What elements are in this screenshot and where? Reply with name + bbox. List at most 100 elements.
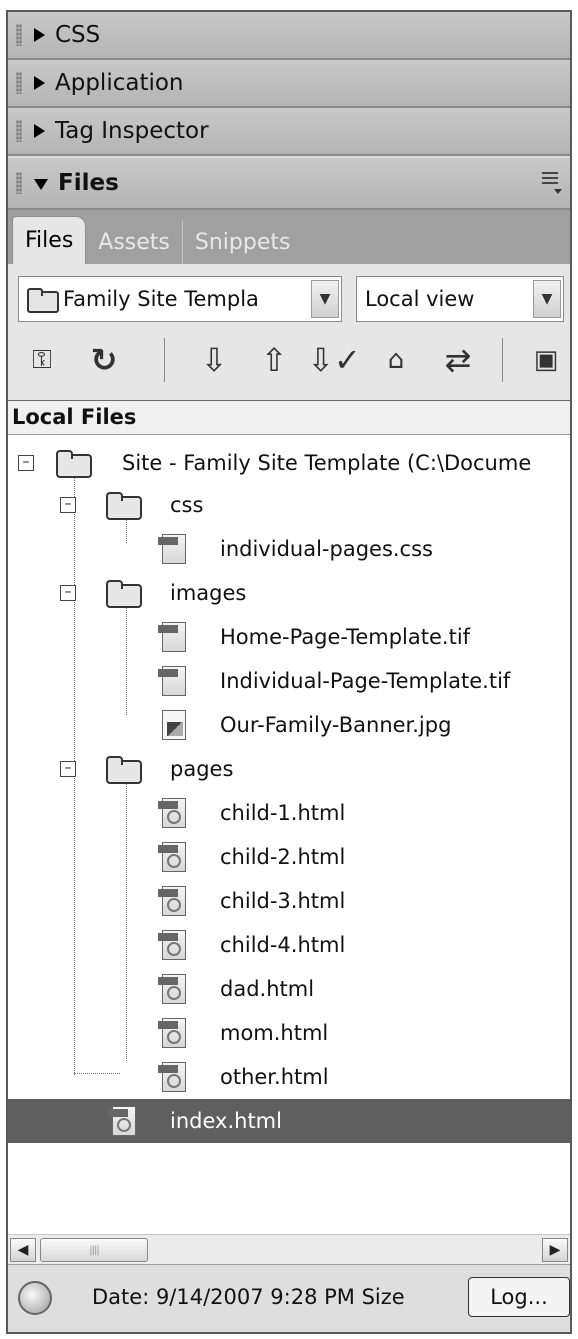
- log-button[interactable]: Log...: [468, 1277, 570, 1317]
- folder-label: css: [170, 493, 204, 517]
- expand-arrow-icon: [34, 124, 45, 138]
- site-select-value: Family Site Templa: [63, 287, 259, 311]
- tree-file[interactable]: child-4.html: [8, 923, 570, 967]
- synchronize-icon[interactable]: ⇄: [438, 338, 478, 382]
- file-label: Home-Page-Template.tif: [220, 625, 471, 649]
- html-file-icon: [158, 1016, 188, 1050]
- expand-arrow-icon: [34, 28, 45, 42]
- chevron-down-icon[interactable]: ▼: [311, 280, 339, 318]
- view-select-value: Local view: [365, 287, 475, 311]
- horizontal-scrollbar[interactable]: ◀ |||| ▶: [8, 1234, 570, 1264]
- tif-file-icon: [158, 620, 188, 654]
- panel-group-label: CSS: [55, 22, 101, 48]
- status-bar: Date: 9/14/2007 9:28 PM Size Log...: [8, 1264, 570, 1332]
- folder-icon: [27, 288, 59, 313]
- grip-icon[interactable]: [16, 120, 22, 142]
- tree-file-selected[interactable]: index.html: [8, 1099, 570, 1143]
- css-file-icon: [158, 532, 188, 566]
- html-file-icon: [158, 884, 188, 918]
- file-label: child-1.html: [220, 801, 346, 825]
- collapse-toggle-icon[interactable]: –: [18, 455, 34, 471]
- collapse-toggle-icon[interactable]: –: [60, 761, 76, 777]
- tree-file[interactable]: other.html: [8, 1055, 570, 1099]
- files-toolbar: Family Site Templa ▼ Local view ▼ ⚿ ↻ ⇩ …: [8, 264, 570, 400]
- tree-file[interactable]: child-1.html: [8, 791, 570, 835]
- globe-icon: [18, 1281, 52, 1315]
- check-out-icon[interactable]: ⇩✓: [307, 338, 361, 382]
- tab-assets[interactable]: Assets: [86, 220, 182, 264]
- get-files-icon[interactable]: ⇩: [194, 338, 234, 382]
- local-files-header: Local Files: [8, 401, 570, 435]
- tree-file[interactable]: Our-Family-Banner.jpg: [8, 703, 570, 747]
- panel-group-application[interactable]: Application: [8, 60, 570, 108]
- html-file-icon: [108, 1104, 138, 1138]
- html-file-icon: [158, 928, 188, 962]
- grip-icon[interactable]: [16, 24, 22, 46]
- folder-label: pages: [170, 757, 234, 781]
- grip-icon[interactable]: [16, 172, 22, 194]
- options-menu-icon[interactable]: [536, 172, 562, 194]
- grip-icon[interactable]: [16, 72, 22, 94]
- file-label: mom.html: [220, 1021, 329, 1045]
- root-label: Site - Family Site Template (C:\Docume: [122, 451, 532, 475]
- panel-group-css[interactable]: CSS: [8, 12, 570, 60]
- put-files-icon[interactable]: ⇧: [254, 338, 294, 382]
- html-file-icon: [158, 972, 188, 1006]
- panel-tabs: Files Assets Snippets: [8, 210, 570, 264]
- collapse-toggle-icon[interactable]: –: [60, 497, 76, 513]
- panel-group-label: Files: [58, 170, 119, 196]
- scroll-right-icon[interactable]: ▶: [542, 1238, 568, 1262]
- folder-icon: [106, 756, 142, 784]
- panel-group-label: Tag Inspector: [55, 118, 209, 144]
- tree-folder-pages[interactable]: – pages: [8, 747, 570, 791]
- collapse-arrow-icon: [34, 178, 48, 190]
- tif-file-icon: [158, 664, 188, 698]
- status-text: Date: 9/14/2007 9:28 PM Size: [92, 1285, 405, 1309]
- html-file-icon: [158, 840, 188, 874]
- chevron-down-icon[interactable]: ▼: [533, 280, 561, 318]
- tree-root[interactable]: – Site - Family Site Template (C:\Docume: [8, 441, 570, 485]
- tree-file[interactable]: Home-Page-Template.tif: [8, 615, 570, 659]
- file-label: dad.html: [220, 977, 315, 1001]
- file-label: individual-pages.css: [220, 537, 433, 561]
- tree-file[interactable]: Individual-Page-Template.tif: [8, 659, 570, 703]
- file-label: child-4.html: [220, 933, 346, 957]
- refresh-icon[interactable]: ↻: [84, 338, 124, 382]
- file-label: Our-Family-Banner.jpg: [220, 713, 452, 737]
- collapse-toggle-icon[interactable]: –: [60, 585, 76, 601]
- connect-icon[interactable]: ⚿: [22, 338, 62, 382]
- tab-files[interactable]: Files: [12, 216, 87, 264]
- tree-file[interactable]: individual-pages.css: [8, 527, 570, 571]
- expand-arrow-icon: [34, 76, 45, 90]
- file-label: other.html: [220, 1065, 329, 1089]
- panel-group-files[interactable]: Files: [8, 158, 570, 210]
- panel-group-label: Application: [55, 70, 184, 96]
- file-tree: Local Files – Site - Family Site Templat…: [8, 400, 570, 1234]
- site-select[interactable]: Family Site Templa ▼: [18, 276, 342, 322]
- folder-icon: [106, 492, 142, 520]
- expand-collapse-icon[interactable]: ▣: [526, 338, 566, 382]
- tree-file[interactable]: dad.html: [8, 967, 570, 1011]
- tree-folder-css[interactable]: – css: [8, 483, 570, 527]
- files-panel: CSS Application Tag Inspector Files File…: [6, 10, 572, 1334]
- file-label: child-3.html: [220, 889, 346, 913]
- folder-label: images: [170, 581, 247, 605]
- file-label: index.html: [170, 1109, 282, 1133]
- tree-folder-images[interactable]: – images: [8, 571, 570, 615]
- panel-group-tag-inspector[interactable]: Tag Inspector: [8, 108, 570, 156]
- tree-file[interactable]: child-2.html: [8, 835, 570, 879]
- html-file-icon: [158, 1060, 188, 1094]
- html-file-icon: [158, 796, 188, 830]
- tree-file[interactable]: mom.html: [8, 1011, 570, 1055]
- tree-file[interactable]: child-3.html: [8, 879, 570, 923]
- scroll-thumb[interactable]: ||||: [40, 1238, 148, 1262]
- file-label: child-2.html: [220, 845, 346, 869]
- folder-icon: [56, 450, 92, 478]
- file-label: Individual-Page-Template.tif: [220, 669, 511, 693]
- view-select[interactable]: Local view ▼: [356, 276, 564, 322]
- folder-icon: [106, 580, 142, 608]
- scroll-left-icon[interactable]: ◀: [10, 1238, 36, 1262]
- check-in-icon[interactable]: ⌂: [376, 338, 416, 382]
- tab-snippets[interactable]: Snippets: [181, 220, 303, 264]
- image-file-icon: [158, 708, 188, 742]
